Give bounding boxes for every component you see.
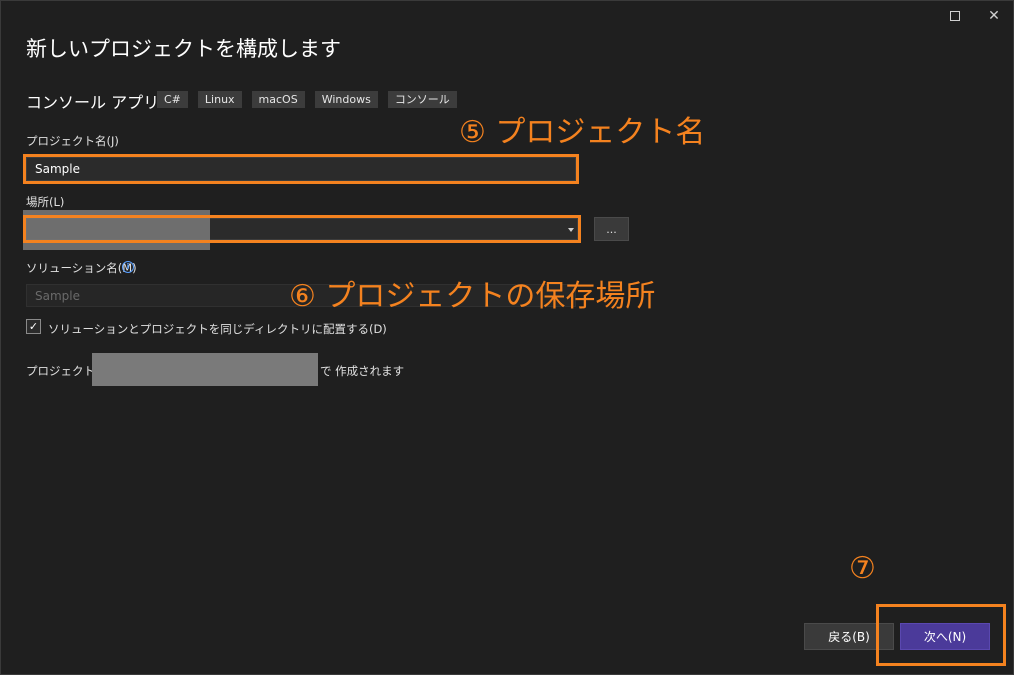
maximize-icon xyxy=(950,11,960,21)
browse-button[interactable]: ... xyxy=(594,217,629,241)
maximize-button[interactable] xyxy=(943,5,967,27)
project-path-suffix: で 作成されます xyxy=(320,364,405,378)
dialog-window: ✕ 新しいプロジェクトを構成します コンソール アプリ C# Linux mac… xyxy=(0,0,1014,675)
same-directory-checkbox[interactable]: ✓ xyxy=(26,319,41,334)
info-icon[interactable]: i xyxy=(122,261,134,273)
back-button[interactable]: 戻る(B) xyxy=(804,623,894,650)
project-name-label: プロジェクト名(J) xyxy=(26,134,119,148)
close-icon: ✕ xyxy=(988,8,1000,24)
location-label: 場所(L) xyxy=(26,195,65,209)
redacted-location xyxy=(23,210,210,250)
page-title: 新しいプロジェクトを構成します xyxy=(26,37,341,61)
annotation-step5: ⑤ プロジェクト名 xyxy=(459,115,706,150)
tag-windows: Windows xyxy=(314,91,378,108)
solution-name-label: ソリューション名(M) xyxy=(26,261,137,275)
tag-macos: macOS xyxy=(251,91,305,108)
tag-linux: Linux xyxy=(197,91,242,108)
redacted-path xyxy=(92,353,318,386)
tag-console: コンソール xyxy=(387,91,457,108)
template-tags: C# Linux macOS Windows コンソール xyxy=(157,91,457,108)
annotation-step7: ⑦ xyxy=(849,551,876,586)
template-name: コンソール アプリ xyxy=(26,93,160,112)
close-button[interactable]: ✕ xyxy=(982,5,1006,27)
tag-csharp: C# xyxy=(157,91,188,108)
project-name-input[interactable]: Sample xyxy=(26,157,576,181)
checkmark-icon: ✓ xyxy=(28,320,39,333)
next-button[interactable]: 次へ(N) xyxy=(900,623,990,650)
same-directory-label[interactable]: ソリューションとプロジェクトを同じディレクトリに配置する(D) xyxy=(48,321,387,337)
annotation-step6: ⑥ プロジェクトの保存場所 xyxy=(289,279,656,314)
chevron-down-icon[interactable] xyxy=(568,228,574,232)
